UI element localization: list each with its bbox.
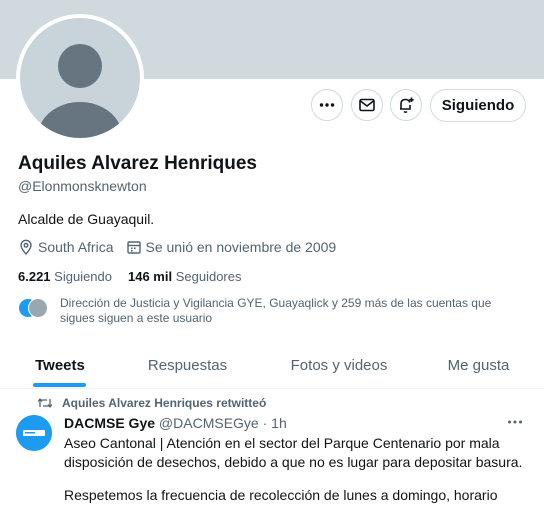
- profile-avatar[interactable]: [16, 14, 144, 142]
- bell-plus-icon: [400, 97, 414, 113]
- location-pin-icon: [20, 239, 32, 255]
- tab-likes[interactable]: Me gusta: [440, 342, 517, 388]
- tab-media[interactable]: Fotos y videos: [280, 342, 398, 388]
- calendar-icon: [126, 241, 141, 254]
- tweet-paragraph: Respetemos la frecuencia de recolección …: [64, 487, 498, 503]
- notifications-button[interactable]: [390, 89, 422, 121]
- tweet-author-name[interactable]: DACMSE Gye: [64, 415, 155, 431]
- retweet-context[interactable]: Aquiles Alvarez Henriques retwitteó: [38, 396, 266, 410]
- mutual-avatars: [18, 298, 52, 318]
- mutual-followers-text: Dirección de Justicia y Vigilancia GYE, …: [60, 296, 492, 325]
- tweet-text: Aseo Cantonal | Atención en el sector de…: [64, 434, 524, 519]
- avatar: [28, 298, 48, 318]
- tab-tweets[interactable]: Tweets: [20, 342, 100, 388]
- profile-handle: @Elonmonsknewton: [18, 178, 147, 194]
- followers-link[interactable]: 146 mil Seguidores: [128, 269, 242, 284]
- tab-replies[interactable]: Respuestas: [135, 342, 240, 388]
- profile-tabs: Tweets Respuestas Fotos y videos Me gust…: [0, 342, 544, 389]
- profile-bio: Alcalde de Guayaquil.: [18, 211, 155, 227]
- following-button[interactable]: Siguiendo: [430, 89, 526, 122]
- retweet-icon: [38, 397, 52, 409]
- tweet-time[interactable]: 1h: [271, 415, 287, 431]
- more-icon: [508, 420, 522, 424]
- default-avatar-icon: [20, 18, 140, 138]
- retweet-label: Aquiles Alvarez Henriques retwitteó: [62, 396, 267, 410]
- profile-name: Aquiles Alvarez Henriques: [18, 153, 257, 174]
- tweet-author-handle[interactable]: @DACMSEGye: [159, 415, 259, 431]
- message-button[interactable]: [351, 89, 383, 121]
- tweet-paragraph: Aseo Cantonal | Atención en el sector de…: [64, 435, 523, 470]
- tweet-separator: ·: [262, 415, 268, 431]
- profile-location: South Africa: [38, 239, 114, 255]
- active-tab-indicator: [33, 383, 86, 387]
- more-icon: [319, 103, 335, 107]
- tweet-more-button[interactable]: [506, 413, 524, 436]
- tweet-author-avatar[interactable]: [16, 415, 52, 451]
- profile-joined-date: Se unió en noviembre de 2009: [145, 239, 337, 255]
- mutual-followers[interactable]: Dirección de Justicia y Vigilancia GYE, …: [18, 296, 518, 326]
- more-button[interactable]: [311, 89, 343, 121]
- mail-icon: [359, 98, 375, 112]
- profile-counts: 6.221 Siguiendo 146 mil Seguidores: [18, 269, 242, 284]
- profile-meta: South Africa Se unió en noviembre de 200…: [18, 239, 348, 255]
- dacmse-logo-icon: [16, 415, 52, 451]
- following-link[interactable]: 6.221 Siguiendo: [18, 269, 112, 284]
- tweet-header: DACMSE Gye @DACMSEGye · 1h: [64, 415, 287, 431]
